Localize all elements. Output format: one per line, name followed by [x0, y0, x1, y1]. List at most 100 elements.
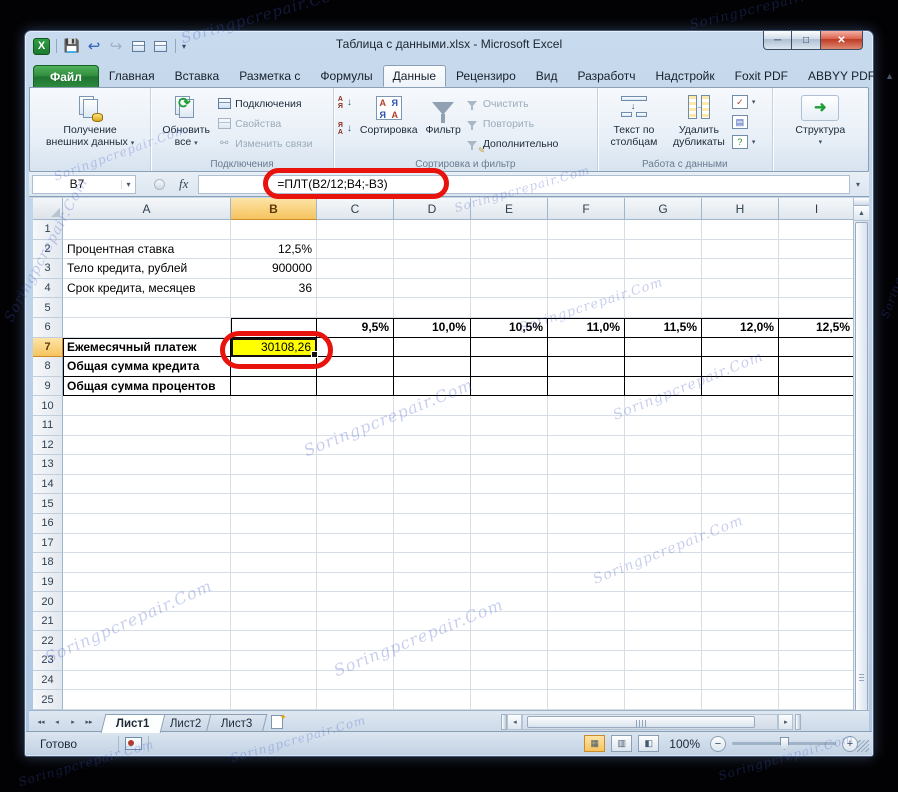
cell-F25[interactable]: [548, 690, 625, 710]
cell-H5[interactable]: [702, 298, 779, 318]
cell-F15[interactable]: [548, 494, 625, 514]
row-header-12[interactable]: 12: [33, 436, 63, 456]
row-header-21[interactable]: 21: [33, 612, 63, 632]
cell-A23[interactable]: [63, 651, 231, 671]
cell-I9[interactable]: [779, 377, 855, 397]
cell-C16[interactable]: [317, 514, 394, 534]
column-header-A[interactable]: A: [63, 198, 231, 220]
scroll-left-icon[interactable]: ◂: [507, 714, 522, 730]
cell-E17[interactable]: [471, 534, 548, 554]
cell-G9[interactable]: [625, 377, 702, 397]
cell-H11[interactable]: [702, 416, 779, 436]
zoom-in-icon[interactable]: +: [842, 736, 858, 752]
cell-C18[interactable]: [317, 553, 394, 573]
cell-E6[interactable]: 10,5%: [471, 318, 548, 338]
split-handle[interactable]: [854, 198, 869, 206]
sort-button[interactable]: АЯЯА Сортировка: [356, 91, 422, 139]
cell-H20[interactable]: [702, 592, 779, 612]
cell-E13[interactable]: [471, 455, 548, 475]
cell-A12[interactable]: [63, 436, 231, 456]
select-all-corner[interactable]: [33, 198, 63, 220]
row-header-23[interactable]: 23: [33, 651, 63, 671]
cell-H18[interactable]: [702, 553, 779, 573]
cell-D12[interactable]: [394, 436, 471, 456]
insert-sheet-icon[interactable]: ✦: [271, 715, 291, 731]
cell-F24[interactable]: [548, 671, 625, 691]
what-if-analysis-button[interactable]: ?▾: [732, 133, 756, 150]
row-header-18[interactable]: 18: [33, 553, 63, 573]
cell-G7[interactable]: [625, 338, 702, 358]
cell-F17[interactable]: [548, 534, 625, 554]
cell-I21[interactable]: [779, 612, 855, 632]
cell-C4[interactable]: [317, 279, 394, 299]
cell-A11[interactable]: [63, 416, 231, 436]
cell-G10[interactable]: [625, 396, 702, 416]
vertical-scrollbar[interactable]: ▲ ▼: [853, 198, 869, 741]
tab-abbyy-pdf[interactable]: ABBYY PDF: [798, 65, 885, 87]
tab-вставка[interactable]: Вставка: [165, 65, 230, 87]
cell-A20[interactable]: [63, 592, 231, 612]
sheet-tab-лист3[interactable]: Лист3: [206, 714, 268, 733]
cell-B3[interactable]: 900000: [231, 259, 317, 279]
cell-B15[interactable]: [231, 494, 317, 514]
cell-E7[interactable]: [471, 338, 548, 358]
properties-button[interactable]: Свойства: [217, 115, 312, 132]
cell-I13[interactable]: [779, 455, 855, 475]
cell-H10[interactable]: [702, 396, 779, 416]
cell-D7[interactable]: [394, 338, 471, 358]
cell-A3[interactable]: Тело кредита, рублей: [63, 259, 231, 279]
cell-A19[interactable]: [63, 573, 231, 593]
vertical-scroll-thumb[interactable]: [855, 222, 868, 725]
cell-I3[interactable]: [779, 259, 855, 279]
cell-I2[interactable]: [779, 240, 855, 260]
row-header-9[interactable]: 9: [33, 377, 63, 397]
cell-D13[interactable]: [394, 455, 471, 475]
cell-A7[interactable]: Ежемесячный платеж: [63, 338, 231, 358]
column-header-F[interactable]: F: [548, 198, 625, 220]
cell-D9[interactable]: [394, 377, 471, 397]
cell-D17[interactable]: [394, 534, 471, 554]
cell-B25[interactable]: [231, 690, 317, 710]
column-header-G[interactable]: G: [625, 198, 702, 220]
cell-E21[interactable]: [471, 612, 548, 632]
cell-C1[interactable]: [317, 220, 394, 240]
column-header-B[interactable]: B: [231, 198, 317, 220]
cell-B7[interactable]: 30108,26: [231, 338, 317, 358]
cell-D24[interactable]: [394, 671, 471, 691]
tab-file[interactable]: Файл: [33, 65, 99, 87]
cell-E25[interactable]: [471, 690, 548, 710]
sort-ascending-button[interactable]: АЯ↓: [338, 94, 352, 111]
cell-A1[interactable]: [63, 220, 231, 240]
cell-I10[interactable]: [779, 396, 855, 416]
cell-H21[interactable]: [702, 612, 779, 632]
cell-E10[interactable]: [471, 396, 548, 416]
horizontal-scrollbar[interactable]: [522, 714, 778, 730]
cell-A2[interactable]: Процентная ставка: [63, 240, 231, 260]
close-button[interactable]: ✕: [820, 31, 863, 50]
cell-E8[interactable]: [471, 357, 548, 377]
row-header-24[interactable]: 24: [33, 671, 63, 691]
last-sheet-icon[interactable]: ▸▸: [81, 714, 97, 730]
data-validation-button[interactable]: ✓▾: [732, 93, 756, 110]
cell-D20[interactable]: [394, 592, 471, 612]
tab-foxit-pdf[interactable]: Foxit PDF: [725, 65, 798, 87]
cell-A5[interactable]: [63, 298, 231, 318]
cell-B9[interactable]: [231, 377, 317, 397]
cell-G16[interactable]: [625, 514, 702, 534]
cell-H17[interactable]: [702, 534, 779, 554]
cell-H22[interactable]: [702, 631, 779, 651]
cell-I12[interactable]: [779, 436, 855, 456]
cell-I17[interactable]: [779, 534, 855, 554]
cell-E16[interactable]: [471, 514, 548, 534]
maximize-button[interactable]: □: [792, 31, 820, 50]
cell-F13[interactable]: [548, 455, 625, 475]
sort-descending-button[interactable]: ЯА↓: [338, 120, 352, 137]
row-header-25[interactable]: 25: [33, 690, 63, 710]
row-header-7[interactable]: 7: [33, 338, 63, 358]
tab-надстройк[interactable]: Надстройк: [646, 65, 725, 87]
cell-F8[interactable]: [548, 357, 625, 377]
cell-A16[interactable]: [63, 514, 231, 534]
cell-C5[interactable]: [317, 298, 394, 318]
cell-I22[interactable]: [779, 631, 855, 651]
cell-E2[interactable]: [471, 240, 548, 260]
